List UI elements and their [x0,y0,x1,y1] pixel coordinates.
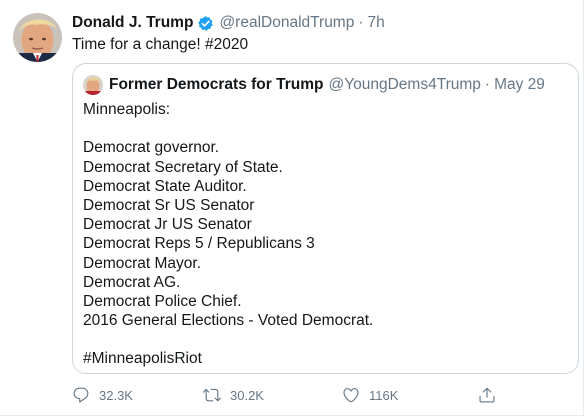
reply-count: 32.3K [99,387,133,403]
quoted-text-line: Democrat governor. [83,139,220,157]
quoted-tweet[interactable]: Former Democrats for Trump @YoungDems4Tr… [72,63,579,374]
quoted-text-line: Minneapolis: [83,101,171,118]
avatar[interactable] [13,13,62,62]
quoted-text-line: Democrat State Auditor. [83,177,247,195]
tweet-timestamp[interactable]: 7h [368,14,385,32]
verified-badge-icon [197,15,214,32]
reply-button[interactable]: 32.3K [72,384,133,406]
quoted-text-line: Democrat Mayor. [83,254,202,272]
quoted-text-line: Democrat Police Chief. [83,292,242,310]
retweet-count: 30.2K [230,387,264,403]
quoted-text-line: Democrat AG. [83,273,181,291]
quoted-text-line [83,330,373,349]
tweet-card: Donald J. Trump @realDonaldTrump · 7h Ti… [0,0,584,416]
tweet-text: Time for a change! #2020 [72,36,249,53]
quoted-tweet-header: Former Democrats for Trump @YoungDems4Tr… [83,74,545,96]
share-icon [479,387,495,403]
quoted-user-handle[interactable]: @YoungDems4Trump [328,76,480,94]
separator-dot: · [358,14,364,31]
quoted-text-line: Democrat Sr US Senator [83,196,255,214]
quoted-text-line: Democrat Reps 5 / Republicans 3 [83,235,315,253]
quoted-text-line: 2016 General Elections - Voted Democrat. [83,312,374,330]
quoted-tweet-text: Minneapolis: Democrat governor. Democrat… [83,100,373,369]
reply-icon [73,387,89,403]
quoted-text-line: Democrat Jr US Senator [83,216,252,234]
tweet-header: Donald J. Trump @realDonaldTrump · 7h [72,12,385,34]
share-button[interactable] [478,384,505,406]
user-handle[interactable]: @realDonaldTrump [219,14,354,32]
heart-icon [343,388,359,403]
quoted-text-line [83,119,373,138]
quoted-display-name[interactable]: Former Democrats for Trump [109,76,323,94]
retweet-button[interactable]: 30.2K [203,384,264,406]
retweet-icon [203,388,221,402]
like-button[interactable]: 116K [342,384,398,406]
quoted-separator-dot: · [484,76,491,93]
like-count: 116K [369,387,399,403]
display-name[interactable]: Donald J. Trump [72,14,193,32]
quoted-text-line: Democrat Secretary of State. [83,158,283,176]
quoted-tweet-date[interactable]: May 29 [494,76,545,94]
quoted-avatar[interactable] [83,75,103,95]
quoted-hashtag[interactable]: #MinneapolisRiot [83,349,373,368]
